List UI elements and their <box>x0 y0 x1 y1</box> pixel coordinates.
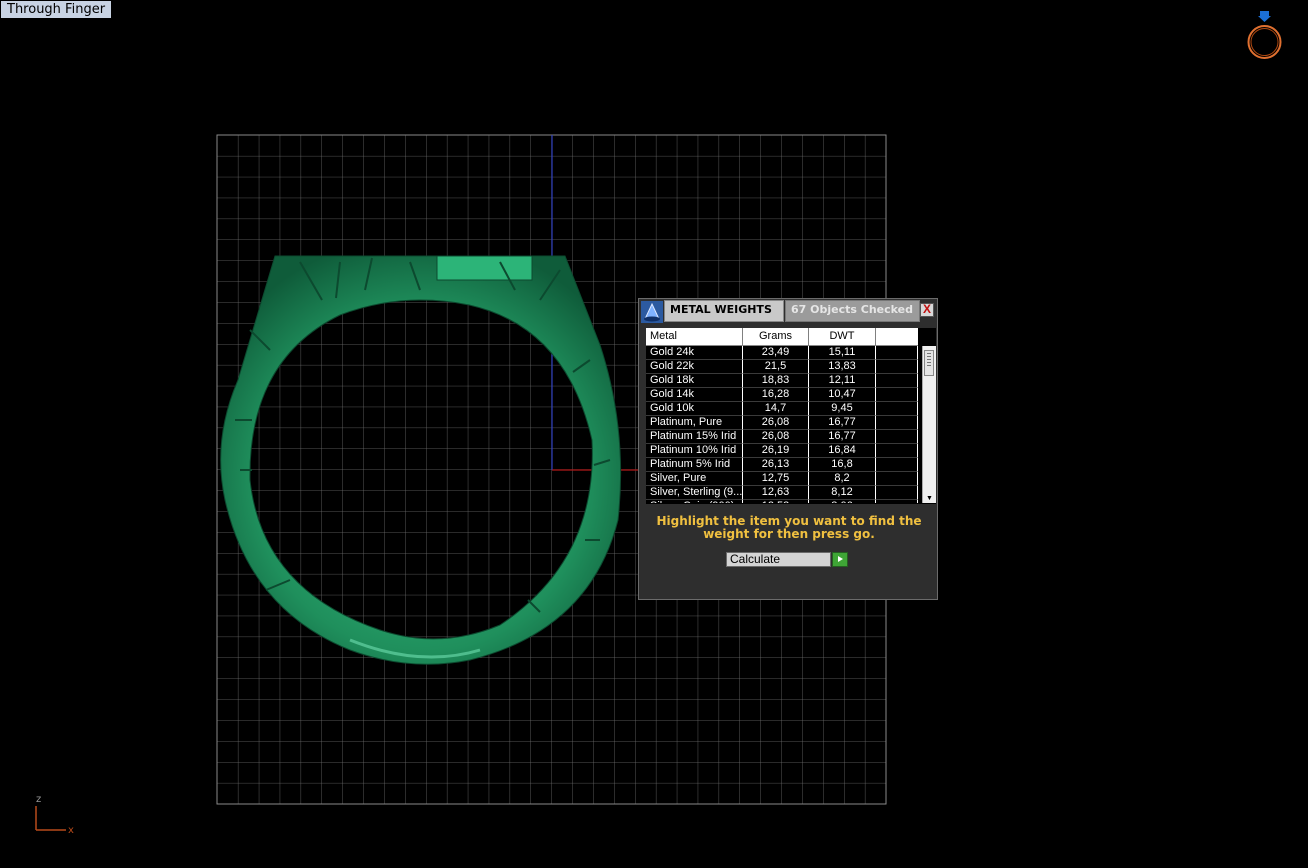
cell-grams: 26,13 <box>743 458 809 472</box>
cell-empty <box>876 458 918 472</box>
action-select[interactable]: Calculate <box>726 552 831 567</box>
cell-metal: Silver, Coin (900) <box>646 500 743 503</box>
cell-metal: Platinum 15% Irid <box>646 430 743 444</box>
cell-dwt: 10,47 <box>809 388 876 402</box>
table-row[interactable]: Silver, Pure 12,75 8,2 <box>646 472 918 486</box>
cell-dwt: 16,77 <box>809 416 876 430</box>
cell-grams: 12,63 <box>743 486 809 500</box>
metal-table: Metal Grams DWT Gold 24k 23,49 15,11 Gold 2… <box>646 328 936 504</box>
ring-view-icon[interactable] <box>1240 8 1290 64</box>
cell-empty <box>876 388 918 402</box>
cell-empty <box>876 444 918 458</box>
cell-dwt: 8,2 <box>809 472 876 486</box>
table-body: Gold 24k 23,49 15,11 Gold 22k 21,5 13,83 Gold … <box>646 346 918 503</box>
cell-empty <box>876 472 918 486</box>
cell-dwt: 12,11 <box>809 374 876 388</box>
cell-empty <box>876 486 918 500</box>
table-row[interactable]: Gold 22k 21,5 13,83 <box>646 360 918 374</box>
cell-metal: Gold 14k <box>646 388 743 402</box>
cell-grams: 16,28 <box>743 388 809 402</box>
cell-metal: Gold 22k <box>646 360 743 374</box>
cell-metal: Platinum 10% Irid <box>646 444 743 458</box>
cell-metal: Platinum, Pure <box>646 416 743 430</box>
axis-triad-icon: z x <box>35 794 74 836</box>
cell-grams: 21,5 <box>743 360 809 374</box>
cell-empty <box>876 402 918 416</box>
metal-weights-panel: METAL WEIGHTS 67 Objects Checked X Metal… <box>638 298 938 600</box>
cell-empty <box>876 430 918 444</box>
cell-grams: 23,49 <box>743 346 809 360</box>
table-row[interactable]: Gold 18k 18,83 12,11 <box>646 374 918 388</box>
cell-dwt: 8,12 <box>809 486 876 500</box>
cell-grams: 18,83 <box>743 374 809 388</box>
table-row[interactable]: Platinum 5% Irid 26,13 16,8 <box>646 458 918 472</box>
table-row[interactable]: Gold 10k 14,7 9,45 <box>646 402 918 416</box>
instruction-text: Highlight the item you want to find the … <box>656 514 922 541</box>
tab-metal-weights[interactable]: METAL WEIGHTS <box>664 300 784 322</box>
scroll-down-icon[interactable]: ▼ <box>926 495 933 502</box>
cell-empty <box>876 360 918 374</box>
cell-grams: 26,08 <box>743 416 809 430</box>
cell-dwt: 15,11 <box>809 346 876 360</box>
cell-metal: Gold 18k <box>646 374 743 388</box>
cell-grams: 26,19 <box>743 444 809 458</box>
cell-metal: Gold 24k <box>646 346 743 360</box>
3d-viewport[interactable]: Through Finger z x METAL WEIGHTS 67 Obje… <box>0 0 1308 868</box>
cell-dwt: 16,8 <box>809 458 876 472</box>
cell-grams: 12,53 <box>743 500 809 503</box>
table-row[interactable]: Platinum 10% Irid 26,19 16,84 <box>646 444 918 458</box>
tab-objects-checked[interactable]: 67 Objects Checked <box>785 300 920 322</box>
cell-grams: 14,7 <box>743 402 809 416</box>
viewport-label[interactable]: Through Finger <box>1 1 112 18</box>
close-button[interactable]: X <box>920 303 934 317</box>
close-icon: X <box>922 302 931 316</box>
column-header-extra <box>876 328 918 345</box>
table-row[interactable]: Platinum, Pure 26,08 16,77 <box>646 416 918 430</box>
column-header-grams[interactable]: Grams <box>743 328 809 345</box>
cell-dwt: 8,06 <box>809 500 876 503</box>
axis-x-label: x <box>68 825 74 836</box>
cell-dwt: 13,83 <box>809 360 876 374</box>
go-button[interactable] <box>832 552 848 567</box>
cell-metal: Gold 10k <box>646 402 743 416</box>
cell-empty <box>876 346 918 360</box>
metal-weights-icon <box>641 301 663 323</box>
cell-metal: Silver, Sterling (9... <box>646 486 743 500</box>
table-row[interactable]: Gold 14k 16,28 10,47 <box>646 388 918 402</box>
cell-empty <box>876 374 918 388</box>
cell-empty <box>876 416 918 430</box>
table-row[interactable]: Platinum 15% Irid 26,08 16,77 <box>646 430 918 444</box>
cell-grams: 26,08 <box>743 430 809 444</box>
axis-z-label: z <box>36 794 41 805</box>
table-row[interactable]: Silver, Coin (900)12,538,06 <box>646 500 918 503</box>
scrollbar-thumb[interactable] <box>924 350 934 376</box>
cell-grams: 12,75 <box>743 472 809 486</box>
cell-empty <box>876 500 918 503</box>
cell-dwt: 16,77 <box>809 430 876 444</box>
cell-metal: Platinum 5% Irid <box>646 458 743 472</box>
table-scrollbar[interactable]: ▼ <box>922 346 936 503</box>
cell-dwt: 9,45 <box>809 402 876 416</box>
cell-metal: Silver, Pure <box>646 472 743 486</box>
table-row[interactable]: Gold 24k 23,49 15,11 <box>646 346 918 360</box>
column-header-dwt[interactable]: DWT <box>809 328 876 345</box>
table-row[interactable]: Silver, Sterling (9... 12,63 8,12 <box>646 486 918 500</box>
column-header-metal[interactable]: Metal <box>646 328 743 345</box>
table-header: Metal Grams DWT <box>646 328 918 346</box>
cell-dwt: 16,84 <box>809 444 876 458</box>
